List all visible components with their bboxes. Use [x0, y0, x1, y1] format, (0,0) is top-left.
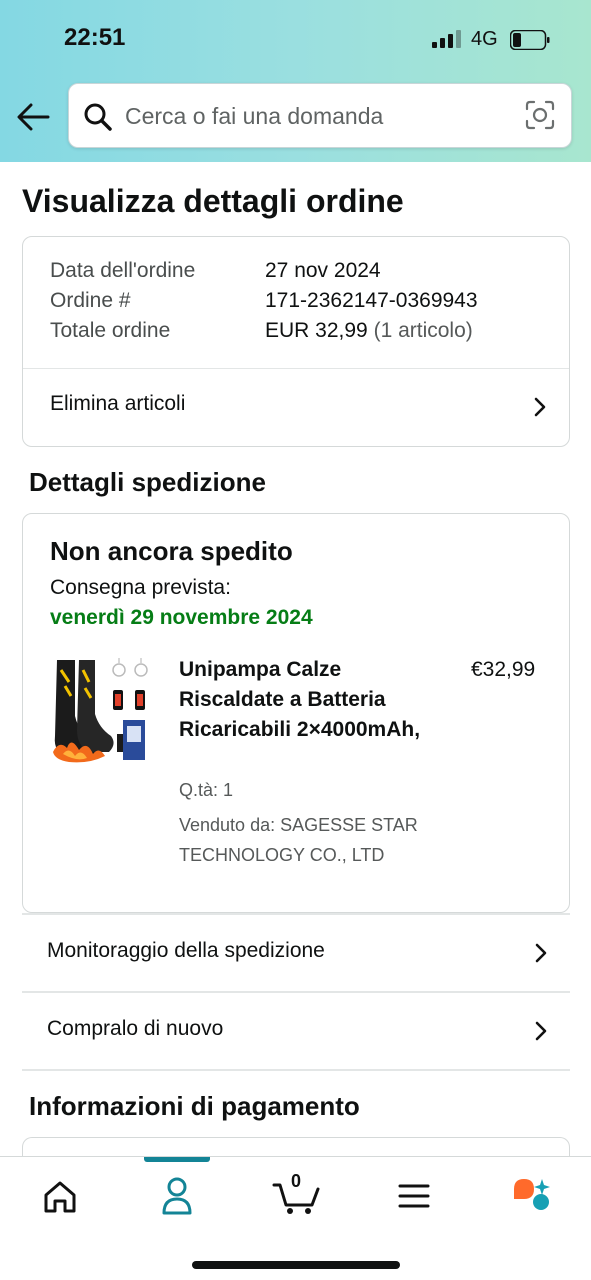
- track-shipment-row[interactable]: Monitoraggio della spedizione: [22, 915, 570, 991]
- account-icon[interactable]: [147, 1175, 207, 1215]
- product-name[interactable]: Unipampa Calze Riscaldate a Batteria Ric…: [179, 655, 429, 745]
- chevron-right-icon: [535, 1021, 547, 1041]
- status-time: 22:51: [64, 24, 126, 51]
- cell-signal-icon: [432, 30, 461, 48]
- order-total-value: EUR 32,99: [265, 319, 368, 342]
- order-date-value: 27 nov 2024: [265, 259, 381, 282]
- buy-again-label: Compralo di nuovo: [47, 1017, 224, 1040]
- cart-count: 0: [291, 1171, 302, 1191]
- shipment-card: Non ancora spedito Consegna prevista: ve…: [22, 513, 570, 913]
- order-summary-card: Data dell'ordine 27 nov 2024 Ordine # 17…: [22, 236, 570, 447]
- camera-scan-icon[interactable]: [525, 100, 555, 130]
- delete-items-label: Elimina articoli: [50, 392, 186, 415]
- product-price: €32,99: [471, 658, 536, 681]
- top-bar: 22:51 4G: [0, 0, 591, 162]
- delivery-date: venerdì 29 novembre 2024: [50, 606, 313, 629]
- track-shipment-label: Monitoraggio della spedizione: [47, 939, 325, 962]
- page-title: Visualizza dettagli ordine: [22, 183, 404, 219]
- order-total-label: Totale ordine: [50, 319, 171, 342]
- product-image[interactable]: [49, 656, 153, 764]
- network-type: 4G: [471, 28, 498, 50]
- search-input[interactable]: [125, 98, 505, 134]
- payment-section-title: Informazioni di pagamento: [29, 1091, 360, 1121]
- order-number-value: 171-2362147-0369943: [265, 289, 478, 312]
- bottom-nav: 0: [0, 1156, 591, 1280]
- search-bar[interactable]: [68, 83, 572, 148]
- active-tab-indicator: [144, 1157, 210, 1162]
- product-quantity: Q.tà: 1: [179, 780, 234, 800]
- buy-again-row[interactable]: Compralo di nuovo: [22, 993, 570, 1069]
- order-total-value-wrap: EUR 32,99 (1 articolo): [265, 319, 473, 343]
- order-item-count: (1 articolo): [373, 319, 473, 342]
- chevron-right-icon: [535, 943, 547, 963]
- home-icon[interactable]: [30, 1175, 90, 1215]
- product-seller: Venduto da: SAGESSE STAR TECHNOLOGY CO.,…: [179, 815, 418, 865]
- battery-icon: [510, 30, 550, 50]
- order-date-label: Data dell'ordine: [50, 259, 196, 282]
- delete-items-row[interactable]: Elimina articoli: [23, 369, 569, 447]
- divider: [22, 1069, 570, 1071]
- search-icon: [84, 103, 112, 131]
- menu-icon[interactable]: [384, 1175, 444, 1215]
- shipping-section-title: Dettagli spedizione: [29, 467, 266, 497]
- back-arrow-icon[interactable]: [14, 100, 54, 134]
- chevron-right-icon: [534, 397, 546, 417]
- rufus-assistant-icon[interactable]: [502, 1175, 562, 1215]
- home-indicator: [192, 1261, 400, 1269]
- shipment-status: Non ancora spedito: [50, 536, 293, 566]
- delivery-label: Consegna prevista:: [50, 576, 231, 599]
- order-number-label: Ordine #: [50, 289, 131, 312]
